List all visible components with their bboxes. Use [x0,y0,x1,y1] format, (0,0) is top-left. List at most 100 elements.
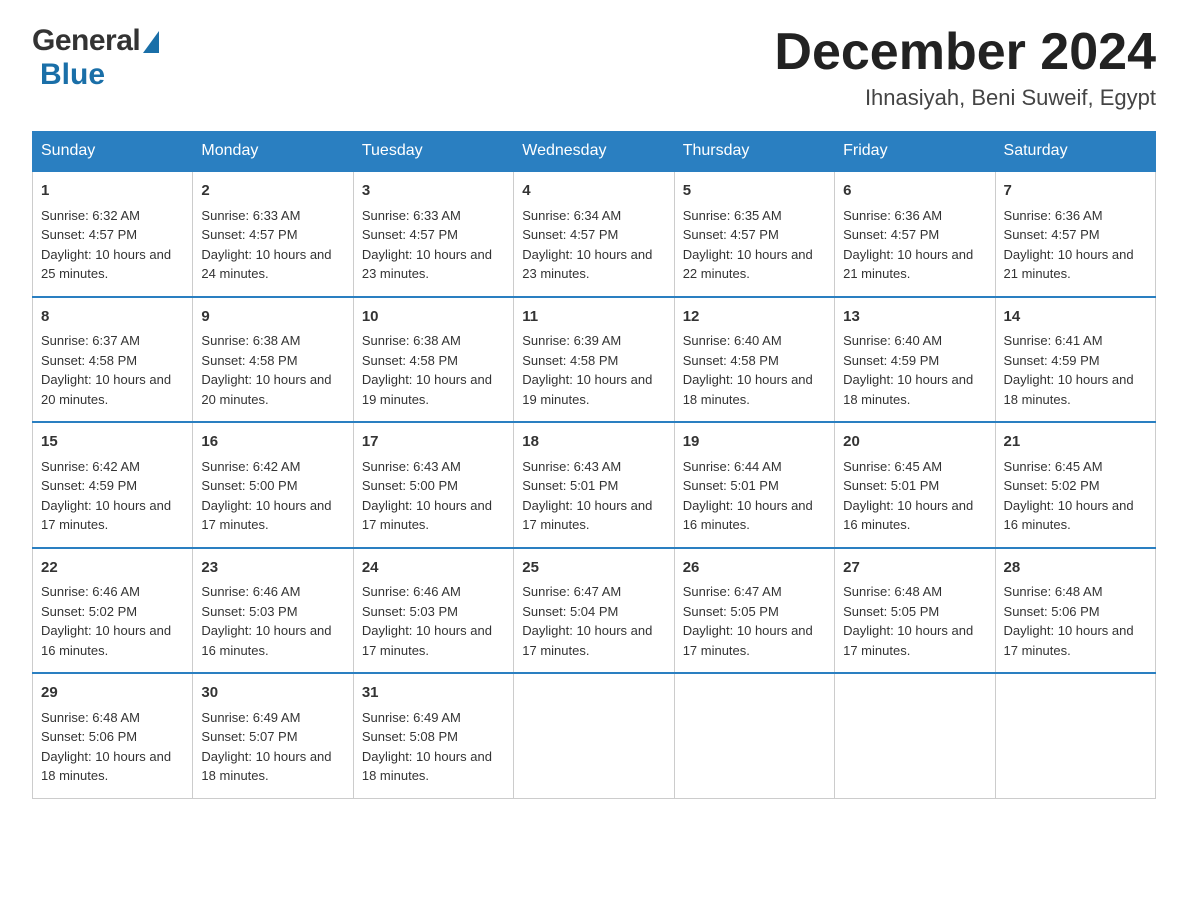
sunset-line: Sunset: 5:00 PM [201,478,297,493]
calendar-week-row: 1Sunrise: 6:32 AMSunset: 4:57 PMDaylight… [33,171,1156,297]
sunset-line: Sunset: 5:03 PM [362,604,458,619]
sunset-line: Sunset: 5:05 PM [683,604,779,619]
sunset-line: Sunset: 4:57 PM [201,227,297,242]
calendar-cell [995,673,1155,798]
daylight-line: Daylight: 10 hours and 17 minutes. [522,623,652,658]
logo: General Blue [32,24,159,92]
daylight-line: Daylight: 10 hours and 19 minutes. [362,372,492,407]
column-header-saturday: Saturday [995,132,1155,172]
sunset-line: Sunset: 5:08 PM [362,729,458,744]
sunrise-line: Sunrise: 6:42 AM [41,459,140,474]
day-number: 20 [843,431,986,454]
daylight-line: Daylight: 10 hours and 17 minutes. [362,498,492,533]
calendar-cell: 4Sunrise: 6:34 AMSunset: 4:57 PMDaylight… [514,171,674,297]
daylight-line: Daylight: 10 hours and 17 minutes. [683,623,813,658]
calendar-cell: 19Sunrise: 6:44 AMSunset: 5:01 PMDayligh… [674,422,834,548]
calendar-cell: 13Sunrise: 6:40 AMSunset: 4:59 PMDayligh… [835,297,995,423]
sunrise-line: Sunrise: 6:43 AM [362,459,461,474]
calendar-cell: 12Sunrise: 6:40 AMSunset: 4:58 PMDayligh… [674,297,834,423]
calendar-cell: 10Sunrise: 6:38 AMSunset: 4:58 PMDayligh… [353,297,513,423]
title-area: December 2024 Ihnasiyah, Beni Suweif, Eg… [774,24,1156,111]
sunset-line: Sunset: 4:59 PM [41,478,137,493]
sunset-line: Sunset: 5:02 PM [41,604,137,619]
day-number: 29 [41,682,184,705]
daylight-line: Daylight: 10 hours and 17 minutes. [843,623,973,658]
sunrise-line: Sunrise: 6:47 AM [683,584,782,599]
day-number: 13 [843,306,986,329]
column-header-tuesday: Tuesday [353,132,513,172]
day-number: 5 [683,180,826,203]
calendar-cell: 24 Sunrise: 6:46 AM Sunset: 5:03 PM Dayligh… [353,548,513,674]
sunset-line: Sunset: 5:06 PM [41,729,137,744]
sunrise-line: Sunrise: 6:38 AM [362,333,461,348]
daylight-line: Daylight: 10 hours and 23 minutes. [362,247,492,282]
day-number: 3 [362,180,505,203]
calendar-cell: 20Sunrise: 6:45 AMSunset: 5:01 PMDayligh… [835,422,995,548]
calendar-cell: 7Sunrise: 6:36 AMSunset: 4:57 PMDaylight… [995,171,1155,297]
calendar-week-row: 15 Sunrise: 6:42 AM Sunset: 4:59 PM Dayligh… [33,422,1156,548]
sunrise-line: Sunrise: 6:48 AM [41,710,140,725]
daylight-line: Daylight: 10 hours and 16 minutes. [843,498,973,533]
daylight-line: Daylight: 10 hours and 20 minutes. [41,372,171,407]
sunrise-line: Sunrise: 6:47 AM [522,584,621,599]
sunset-line: Sunset: 4:58 PM [522,353,618,368]
sunset-line: Sunset: 4:58 PM [201,353,297,368]
sunrise-line: Sunrise: 6:44 AM [683,459,782,474]
day-number: 24 [362,557,505,580]
column-header-friday: Friday [835,132,995,172]
sunset-line: Sunset: 5:05 PM [843,604,939,619]
day-number: 19 [683,431,826,454]
calendar-cell: 28Sunrise: 6:48 AMSunset: 5:06 PMDayligh… [995,548,1155,674]
day-number: 28 [1004,557,1147,580]
sunset-line: Sunset: 4:57 PM [843,227,939,242]
calendar-cell: 21Sunrise: 6:45 AMSunset: 5:02 PMDayligh… [995,422,1155,548]
calendar-cell: 23Sunrise: 6:46 AMSunset: 5:03 PMDayligh… [193,548,353,674]
calendar-cell: 18Sunrise: 6:43 AMSunset: 5:01 PMDayligh… [514,422,674,548]
sunrise-line: Sunrise: 6:36 AM [1004,208,1103,223]
day-number: 11 [522,306,665,329]
day-number: 6 [843,180,986,203]
day-number: 27 [843,557,986,580]
day-number: 17 [362,431,505,454]
sunrise-line: Sunrise: 6:34 AM [522,208,621,223]
month-title: December 2024 [774,24,1156,81]
day-number: 15 [41,431,184,454]
daylight-line: Daylight: 10 hours and 22 minutes. [683,247,813,282]
day-number: 9 [201,306,344,329]
sunset-line: Sunset: 4:57 PM [1004,227,1100,242]
daylight-line: Daylight: 10 hours and 17 minutes. [362,623,492,658]
sunrise-line: Sunrise: 6:46 AM [362,584,461,599]
calendar-cell: 17Sunrise: 6:43 AMSunset: 5:00 PMDayligh… [353,422,513,548]
day-number: 22 [41,557,184,580]
calendar-cell: 16Sunrise: 6:42 AMSunset: 5:00 PMDayligh… [193,422,353,548]
calendar-cell: 26Sunrise: 6:47 AMSunset: 5:05 PMDayligh… [674,548,834,674]
sunset-line: Sunset: 4:57 PM [41,227,137,242]
sunrise-line: Sunrise: 6:45 AM [1004,459,1103,474]
sunset-line: Sunset: 4:58 PM [41,353,137,368]
sunrise-line: Sunrise: 6:36 AM [843,208,942,223]
day-number: 4 [522,180,665,203]
daylight-line: Daylight: 10 hours and 21 minutes. [1004,247,1134,282]
sunrise-line: Sunrise: 6:46 AM [201,584,300,599]
sunrise-line: Sunrise: 6:40 AM [683,333,782,348]
daylight-line: Daylight: 10 hours and 18 minutes. [41,749,171,784]
day-number: 10 [362,306,505,329]
column-header-thursday: Thursday [674,132,834,172]
calendar-cell [835,673,995,798]
calendar-week-row: 8Sunrise: 6:37 AMSunset: 4:58 PMDaylight… [33,297,1156,423]
sunrise-line: Sunrise: 6:33 AM [362,208,461,223]
day-number: 14 [1004,306,1147,329]
daylight-line: Daylight: 10 hours and 18 minutes. [201,749,331,784]
sunrise-line: Sunrise: 6:45 AM [843,459,942,474]
sunrise-line: Sunrise: 6:40 AM [843,333,942,348]
day-number: 12 [683,306,826,329]
sunrise-line: Sunrise: 6:49 AM [362,710,461,725]
sunrise-line: Sunrise: 6:43 AM [522,459,621,474]
calendar-header-row: SundayMondayTuesdayWednesdayThursdayFrid… [33,132,1156,172]
daylight-line: Daylight: 10 hours and 25 minutes. [41,247,171,282]
column-header-monday: Monday [193,132,353,172]
calendar-week-row: 22 Sunrise: 6:46 AM Sunset: 5:02 PM Dayligh… [33,548,1156,674]
daylight-line: Daylight: 10 hours and 23 minutes. [522,247,652,282]
sunrise-line: Sunrise: 6:46 AM [41,584,140,599]
calendar-cell: 6Sunrise: 6:36 AMSunset: 4:57 PMDaylight… [835,171,995,297]
